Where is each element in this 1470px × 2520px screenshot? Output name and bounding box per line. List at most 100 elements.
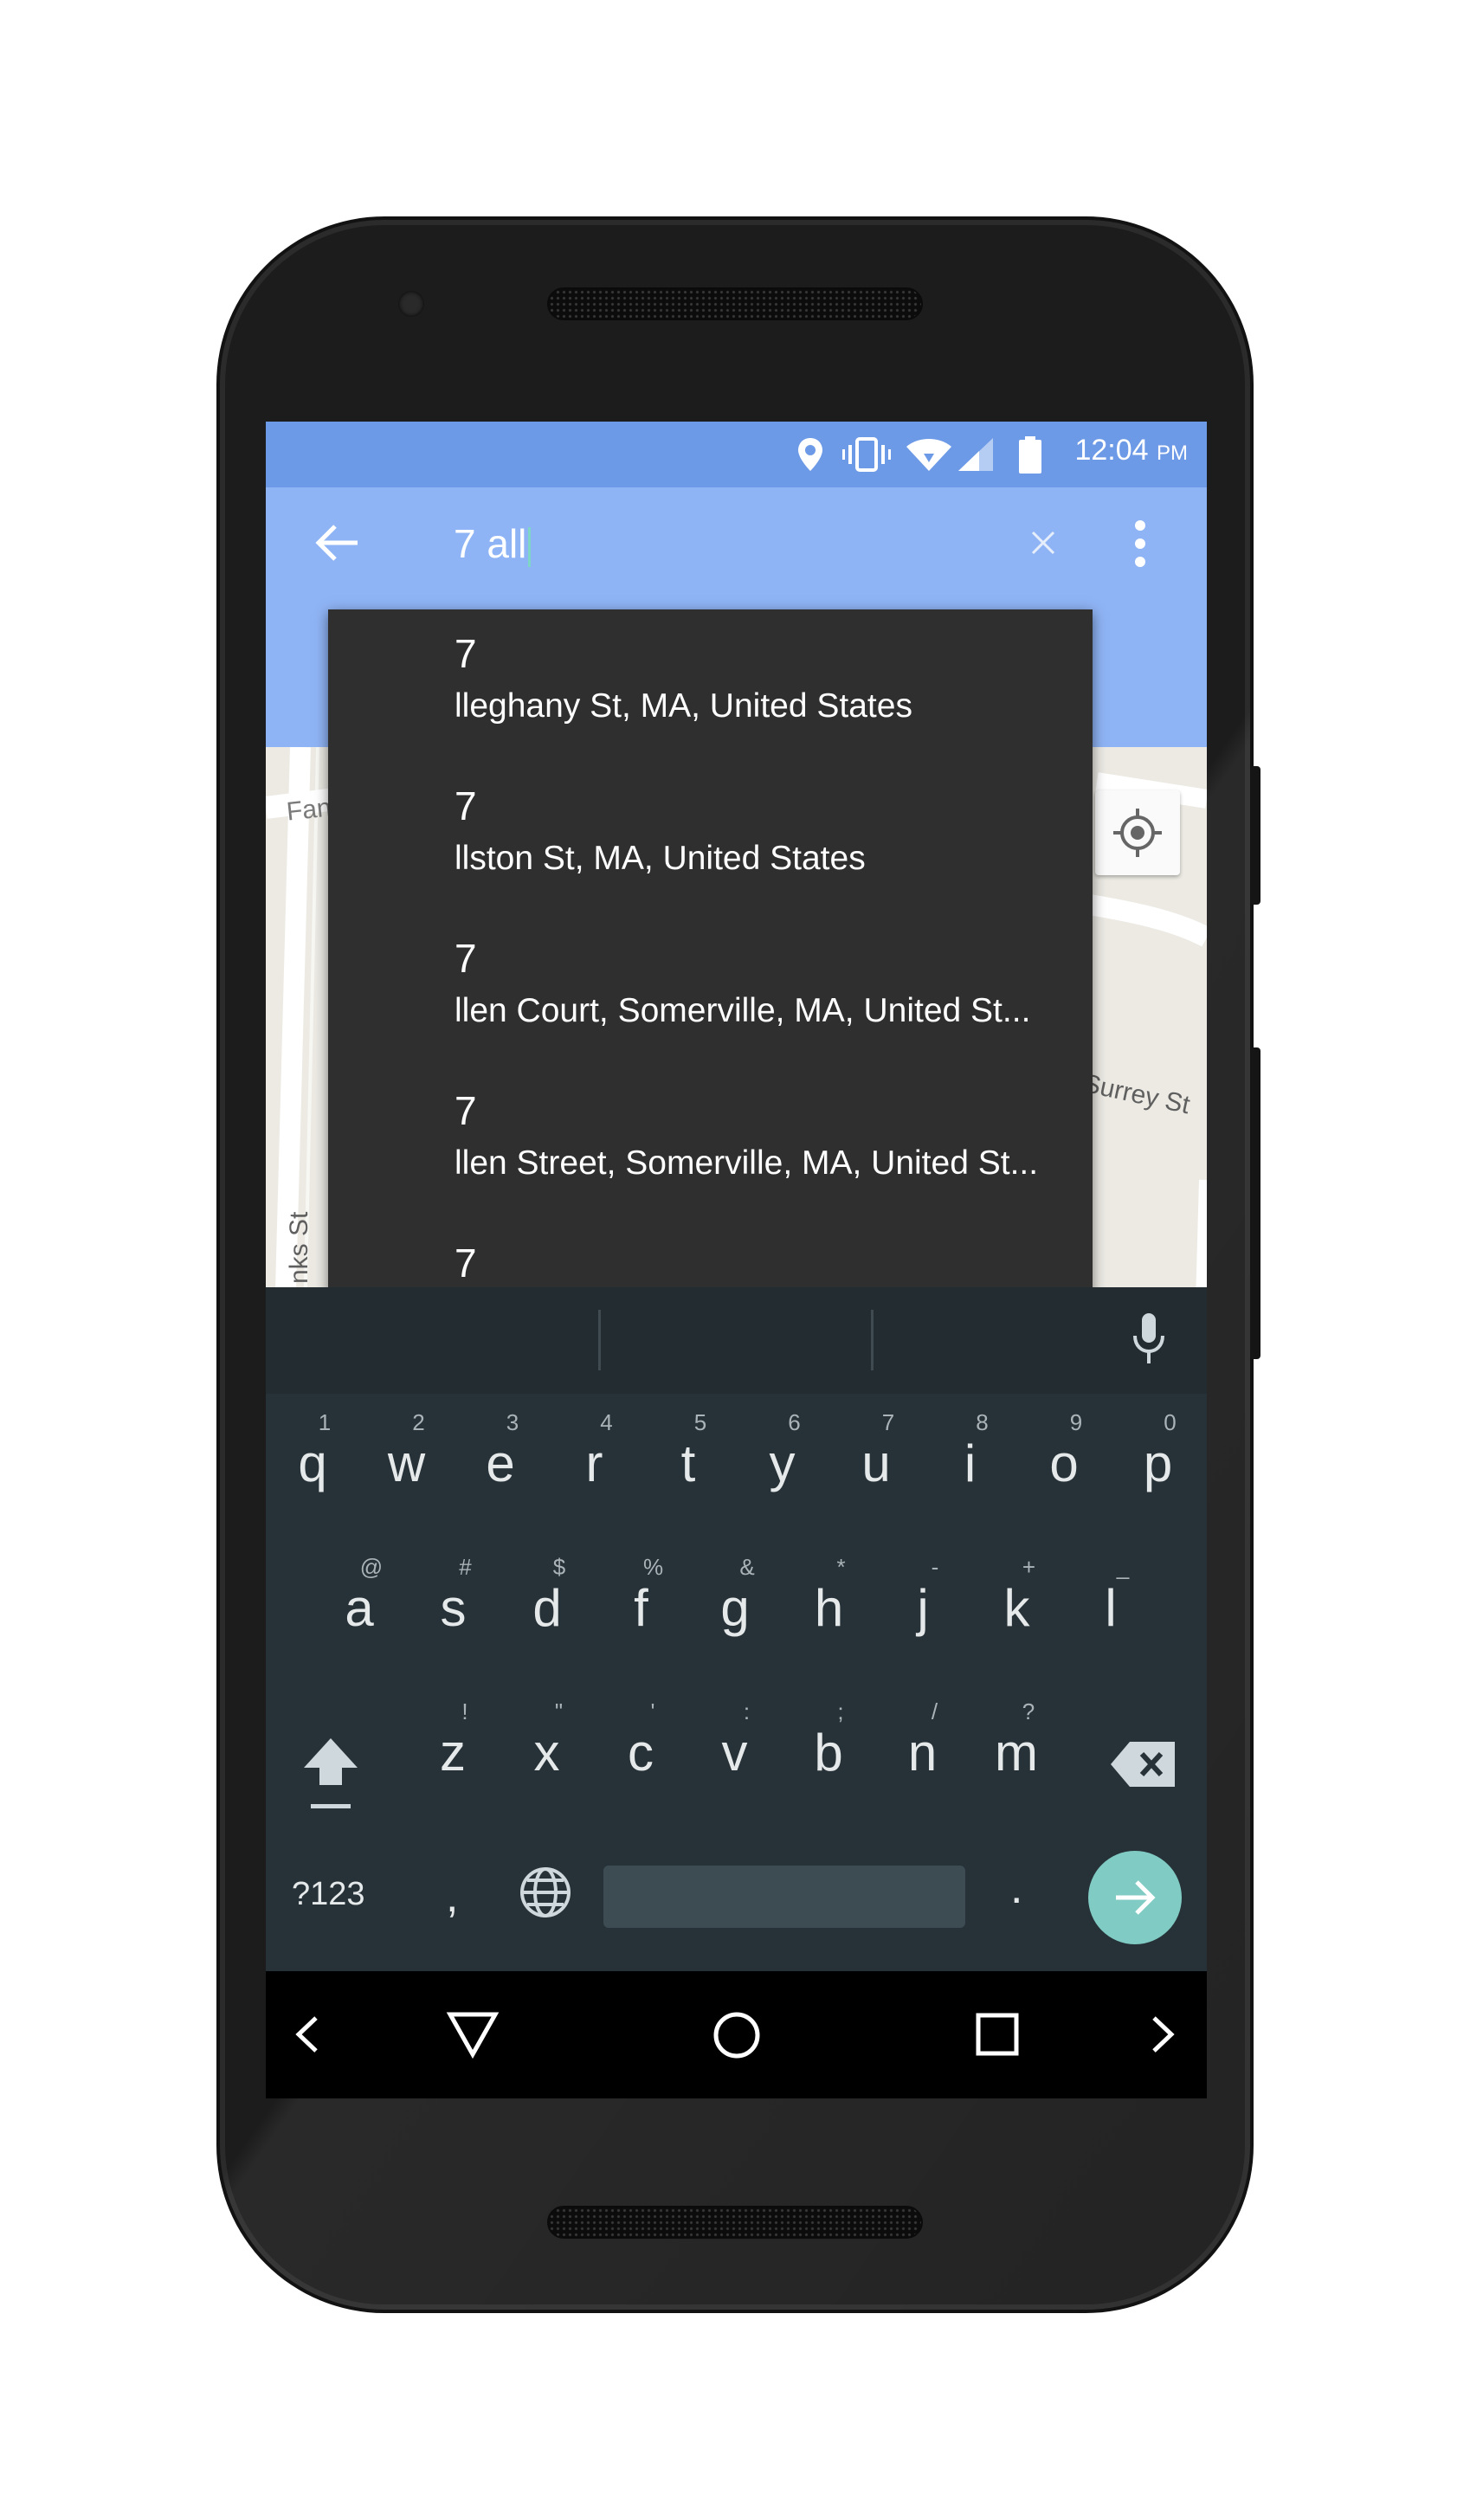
key-hint: " <box>554 1698 564 1724</box>
symbols-key[interactable]: ?123 <box>292 1876 365 1913</box>
search-input[interactable]: 7 all <box>454 520 532 567</box>
recents-square-icon[interactable] <box>974 2011 1021 2058</box>
navigation-bar <box>266 1971 1207 2098</box>
key-hint: 9 <box>1069 1409 1083 1435</box>
suggestion-number: 7 <box>455 936 477 981</box>
chevron-right-icon[interactable] <box>1145 2013 1180 2056</box>
suggestion-item[interactable]: 7 llston St, MA, United States <box>328 762 1093 914</box>
key-hint: 7 <box>881 1409 895 1435</box>
arrow-right-icon <box>1116 1880 1156 1915</box>
clock-ampm: PM <box>1157 441 1188 465</box>
key-m[interactable]: m <box>982 1723 1051 1782</box>
backspace-icon[interactable] <box>1109 1740 1178 1788</box>
key-hint: ; <box>837 1698 844 1724</box>
back-triangle-icon[interactable] <box>446 2009 500 2059</box>
suggestion-item[interactable]: 7 lleghany St, MA, United States <box>328 609 1093 762</box>
key-k[interactable]: k <box>983 1578 1052 1638</box>
key-hint: % <box>642 1554 664 1580</box>
period-key[interactable]: . <box>1010 1862 1022 1914</box>
clear-icon[interactable] <box>1028 527 1059 558</box>
strip-divider <box>598 1310 601 1370</box>
key-hint: 1 <box>318 1409 332 1435</box>
suggestion-address: lleghany St, MA, United States <box>455 687 912 725</box>
key-hint: * <box>836 1554 846 1580</box>
key-h[interactable]: h <box>795 1578 864 1638</box>
shift-icon[interactable] <box>299 1735 363 1813</box>
key-s[interactable]: s <box>419 1578 488 1638</box>
comma-key[interactable]: , <box>446 1871 458 1923</box>
spacebar[interactable] <box>603 1866 965 1928</box>
key-a[interactable]: a <box>325 1578 394 1638</box>
key-y[interactable]: y <box>748 1434 817 1493</box>
key-o[interactable]: o <box>1029 1434 1099 1493</box>
key-hint: & <box>739 1554 755 1580</box>
key-e[interactable]: e <box>466 1434 535 1493</box>
key-l[interactable]: l <box>1076 1578 1145 1638</box>
power-button <box>1250 1047 1260 1359</box>
key-hint: 3 <box>506 1409 519 1435</box>
globe-icon[interactable] <box>519 1866 572 1919</box>
keyboard-row-4: ?123 , . <box>266 1827 1207 1971</box>
key-hint: 4 <box>600 1409 613 1435</box>
enter-button[interactable] <box>1088 1851 1182 1944</box>
my-location-icon <box>1113 809 1162 857</box>
wifi-icon <box>906 439 951 471</box>
suggestion-address: llen Street, Somerville, MA, United St..… <box>455 1144 1039 1182</box>
key-v[interactable]: v <box>700 1723 770 1782</box>
suggestion-item[interactable]: 7 llen Street, Somerville, MA, United St… <box>328 1067 1093 1219</box>
keyboard-row-2: a @ s # d $ f% g & h * j - k + l _ <box>266 1538 1207 1683</box>
top-speaker <box>547 287 923 320</box>
volume-button <box>1250 766 1260 905</box>
key-g[interactable]: g <box>700 1578 770 1638</box>
key-hint: ! <box>461 1698 468 1724</box>
strip-divider <box>871 1310 874 1370</box>
key-u[interactable]: u <box>841 1434 911 1493</box>
chevron-left-icon[interactable] <box>290 2013 325 2056</box>
key-i[interactable]: i <box>936 1434 1005 1493</box>
suggestion-address: llen Court, Somerville, MA, United St... <box>455 992 1031 1029</box>
home-circle-icon[interactable] <box>711 2009 763 2061</box>
back-arrow-icon[interactable] <box>314 519 361 566</box>
key-hint: 6 <box>788 1409 801 1435</box>
status-time: 12:04 PM <box>1074 434 1188 467</box>
my-location-button[interactable] <box>1095 790 1180 875</box>
search-query-text: 7 all <box>454 521 527 566</box>
suggestion-address: llston St, MA, United States <box>455 840 866 877</box>
key-hint: 5 <box>693 1409 707 1435</box>
key-c[interactable]: c <box>606 1723 675 1782</box>
keyboard-row-3: z! x " c ' v: b; n / m? <box>266 1683 1207 1827</box>
key-hint: 2 <box>412 1409 425 1435</box>
key-w[interactable]: w <box>372 1434 442 1493</box>
keyboard: q1w2e3r4t5y6u7i8o9p0 a @ s # d $ f% g & h * j - k + l _ … <box>266 1287 1207 1971</box>
key-r[interactable]: r <box>560 1434 629 1493</box>
battery-icon <box>1019 436 1041 474</box>
key-hint: / <box>931 1698 938 1724</box>
microphone-icon[interactable] <box>1130 1312 1168 1367</box>
text-cursor <box>528 526 532 567</box>
key-b[interactable]: b <box>794 1723 863 1782</box>
suggestion-number: 7 <box>455 631 477 676</box>
key-hint: ? <box>1022 1698 1035 1724</box>
suggestion-item[interactable]: 7 llen Court, Somerville, MA, United St.… <box>328 914 1093 1067</box>
key-d[interactable]: d <box>513 1578 582 1638</box>
key-f[interactable]: f <box>607 1578 676 1638</box>
key-hint: _ <box>1116 1554 1130 1580</box>
key-j[interactable]: j <box>888 1578 957 1638</box>
key-hint: 8 <box>976 1409 989 1435</box>
key-n[interactable]: n <box>888 1723 957 1782</box>
key-p[interactable]: p <box>1124 1434 1193 1493</box>
bottom-speaker <box>547 2206 923 2239</box>
key-q[interactable]: q <box>278 1434 347 1493</box>
key-hint: 0 <box>1164 1409 1177 1435</box>
key-hint: : <box>743 1698 751 1724</box>
key-t[interactable]: t <box>654 1434 723 1493</box>
signal-icon <box>958 438 993 471</box>
vibrate-icon <box>842 437 891 472</box>
front-camera <box>398 291 424 317</box>
more-options-icon[interactable] <box>1132 519 1149 569</box>
key-z[interactable]: z <box>418 1723 487 1782</box>
suggestion-strip <box>266 1287 1207 1394</box>
key-x[interactable]: x <box>513 1723 582 1782</box>
key-hint: @ <box>359 1554 384 1580</box>
clock-time: 12:04 <box>1074 434 1149 467</box>
